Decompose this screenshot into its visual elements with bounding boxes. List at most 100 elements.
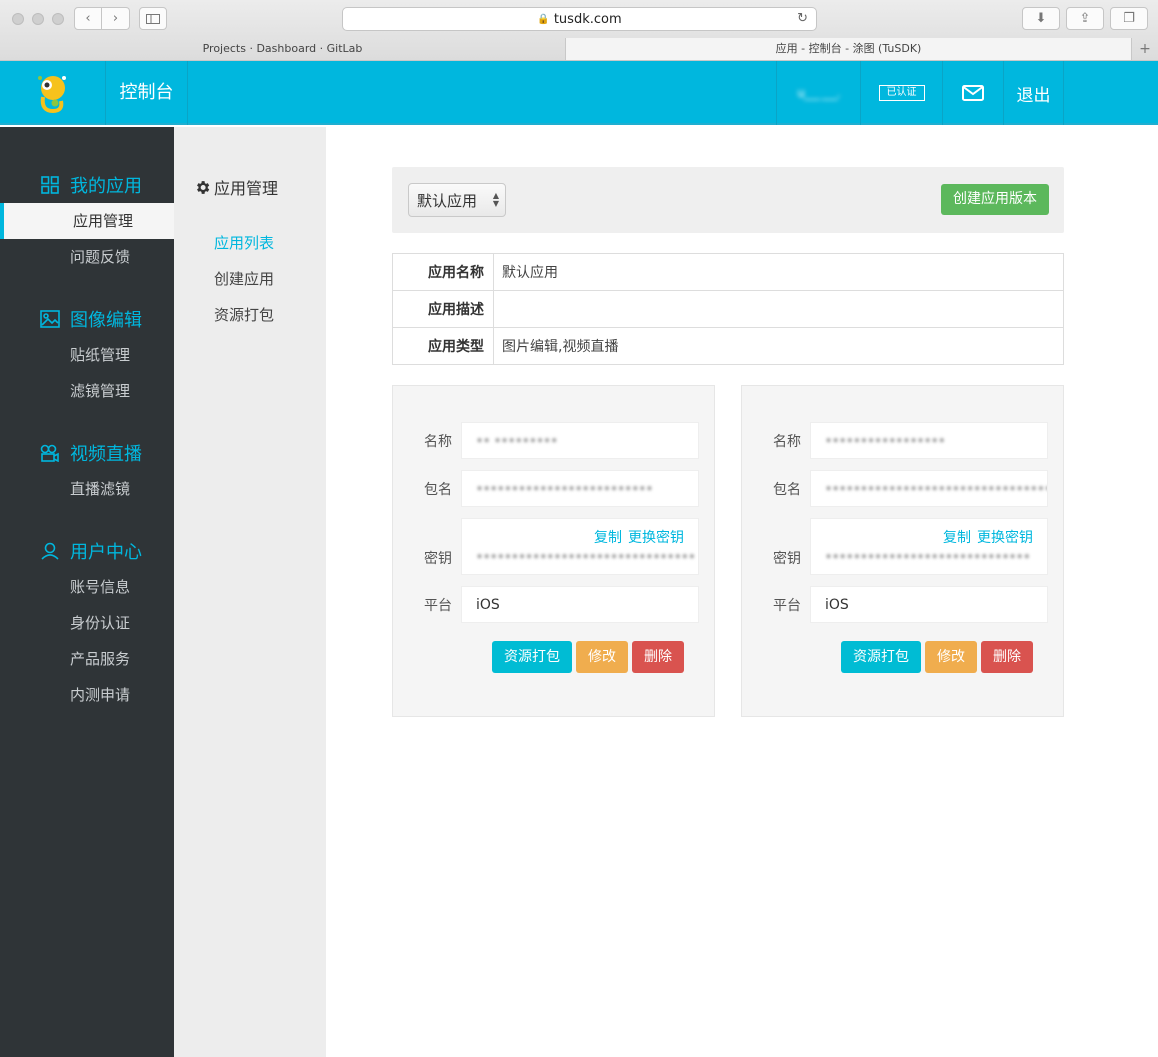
table-row: 应用名称 默认应用 (392, 253, 1064, 291)
share-icon: ⇪ (1079, 11, 1091, 26)
info-value (493, 290, 1064, 328)
image-icon (40, 310, 60, 328)
app-title[interactable]: 控制台 (106, 61, 188, 125)
resource-pack-button[interactable]: 资源打包 (492, 641, 572, 673)
delete-button[interactable]: 删除 (632, 641, 684, 673)
gear-icon (197, 180, 210, 194)
sidebar-item-beta[interactable]: 内测申请 (0, 677, 174, 713)
package-value: ••••••••••••••••••••••••• (476, 482, 653, 496)
package-label: 包名 (773, 482, 801, 498)
resource-pack-button[interactable]: 资源打包 (841, 641, 921, 673)
sub-navigation: 应用管理 应用列表 创建应用 资源打包 (174, 127, 326, 1057)
url-text: tusdk.com (553, 11, 622, 27)
package-label: 包名 (424, 482, 452, 498)
address-bar[interactable]: 🔒 tusdk.com ↻ (342, 7, 817, 31)
key-label: 密钥 (773, 551, 801, 567)
sidebar-group-user: 用户中心 账号信息 身份认证 产品服务 内测申请 (0, 533, 174, 713)
main-sidebar: 我的应用 应用管理 问题反馈 图像编辑 贴纸管理 滤镜管理 视频直播 直播滤镜 (0, 127, 174, 1057)
tabs-overview-button[interactable]: ❐ (1110, 7, 1148, 30)
tab-gitlab[interactable]: Projects · Dashboard · GitLab (0, 38, 566, 60)
sidebar-heading-user-center[interactable]: 用户中心 (0, 533, 174, 569)
app-select-value: 默认应用 (417, 191, 478, 210)
username: u___ ___. (797, 86, 840, 100)
name-field[interactable]: •• ••••••••• (461, 422, 699, 459)
copy-link[interactable]: 复制 (594, 530, 622, 546)
change-key-link[interactable]: 更换密钥 (628, 530, 684, 546)
user-menu[interactable]: u___ ___. (776, 61, 860, 125)
info-key: 应用名称 (392, 253, 494, 291)
window-controls[interactable] (12, 13, 64, 25)
subnav-item-resource-pack[interactable]: 资源打包 (214, 304, 274, 325)
sidebar-item-identity[interactable]: 身份认证 (0, 605, 174, 641)
key-field[interactable]: 复制 更换密钥 ••••••••••••••••••••••••••••••• (461, 518, 699, 575)
close-window-icon[interactable] (12, 13, 24, 25)
lock-icon: 🔒 (537, 13, 550, 25)
app-info-table: 应用名称 默认应用 应用描述 应用类型 图片编辑,视频直播 (392, 253, 1064, 365)
sidebar-item-app-management[interactable]: 应用管理 (0, 203, 174, 239)
sidebar-item-filters[interactable]: 滤镜管理 (0, 373, 174, 409)
key-field[interactable]: 复制 更换密钥 ••••••••••••••••••••••••••••• (810, 518, 1048, 575)
card-actions: 资源打包 修改 删除 (841, 641, 1033, 673)
platform-field: iOS (810, 586, 1048, 623)
toolbar-right: ⬇ ⇪ ❐ (1022, 7, 1148, 30)
minimize-window-icon[interactable] (32, 13, 44, 25)
app-header: 控制台 u___ ___. 已认证 退出 (0, 61, 1158, 125)
subnav-item-create-app[interactable]: 创建应用 (214, 268, 274, 289)
sidebar-icon (146, 13, 160, 24)
sidebar-heading-label: 图像编辑 (70, 310, 142, 331)
user-icon (40, 542, 60, 560)
table-row: 应用描述 (392, 290, 1064, 328)
download-icon: ⬇ (1035, 11, 1047, 26)
back-button[interactable]: ‹ (74, 7, 102, 30)
tab-tusdk[interactable]: 应用 - 控制台 - 涂图 (TuSDK) (566, 38, 1132, 60)
sidebar-toggle-button[interactable] (139, 7, 167, 30)
package-field[interactable]: ••••••••••••••••••••••••••••••••... (810, 470, 1048, 507)
key-actions: 复制 更换密钥 (937, 527, 1033, 547)
key-value: ••••••••••••••••••••••••••••• (825, 550, 1031, 564)
verified-badge: 已认证 (878, 85, 925, 101)
app-select[interactable]: 默认应用 ▲ ▼ (408, 183, 506, 217)
tab-bar: Projects · Dashboard · GitLab 应用 - 控制台 -… (0, 38, 1158, 60)
sidebar-item-products[interactable]: 产品服务 (0, 641, 174, 677)
subnav-title-label: 应用管理 (214, 179, 279, 198)
edit-button[interactable]: 修改 (925, 641, 977, 673)
messages-button[interactable] (942, 61, 1003, 125)
name-field[interactable]: ••••••••••••••••• (810, 422, 1048, 459)
info-value: 图片编辑,视频直播 (493, 327, 1064, 365)
select-arrows-icon: ▲ ▼ (492, 191, 499, 208)
zoom-window-icon[interactable] (52, 13, 64, 25)
sidebar-group-image: 图像编辑 贴纸管理 滤镜管理 (0, 301, 174, 409)
key-actions: 复制 更换密钥 (588, 527, 684, 547)
sidebar-item-live-filters[interactable]: 直播滤镜 (0, 471, 174, 507)
version-card: 名称 ••••••••••••••••• 包名 ••••••••••••••••… (741, 385, 1064, 717)
tabs-icon: ❐ (1123, 11, 1135, 26)
downloads-button[interactable]: ⬇ (1022, 7, 1060, 30)
logo[interactable] (0, 61, 106, 125)
mail-icon (962, 85, 984, 101)
package-field[interactable]: ••••••••••••••••••••••••• (461, 470, 699, 507)
sidebar-item-stickers[interactable]: 贴纸管理 (0, 337, 174, 373)
reload-icon[interactable]: ↻ (797, 11, 808, 26)
sidebar-heading-my-apps[interactable]: 我的应用 (0, 167, 174, 203)
new-tab-button[interactable]: + (1132, 38, 1158, 60)
create-version-button[interactable]: 创建应用版本 (941, 184, 1049, 215)
edit-button[interactable]: 修改 (576, 641, 628, 673)
copy-link[interactable]: 复制 (943, 530, 971, 546)
change-key-link[interactable]: 更换密钥 (977, 530, 1033, 546)
version-card: 名称 •• ••••••••• 包名 •••••••••••••••••••••… (392, 385, 715, 717)
forward-button[interactable]: › (102, 7, 130, 30)
sidebar-heading-label: 用户中心 (70, 542, 142, 563)
card-actions: 资源打包 修改 删除 (492, 641, 684, 673)
logout-button[interactable]: 退出 (1003, 61, 1064, 125)
browser-chrome: ‹ › 🔒 tusdk.com ↻ ⬇ ⇪ ❐ Projects · Dashb… (0, 0, 1158, 61)
history-nav: ‹ › (74, 7, 130, 30)
sidebar-item-account-info[interactable]: 账号信息 (0, 569, 174, 605)
sidebar-item-feedback[interactable]: 问题反馈 (0, 239, 174, 275)
subnav-item-app-list[interactable]: 应用列表 (214, 232, 274, 253)
sidebar-heading-live-video[interactable]: 视频直播 (0, 435, 174, 471)
chameleon-logo-icon (37, 76, 66, 114)
name-label: 名称 (424, 434, 452, 450)
delete-button[interactable]: 删除 (981, 641, 1033, 673)
share-button[interactable]: ⇪ (1066, 7, 1104, 30)
sidebar-heading-image-edit[interactable]: 图像编辑 (0, 301, 174, 337)
